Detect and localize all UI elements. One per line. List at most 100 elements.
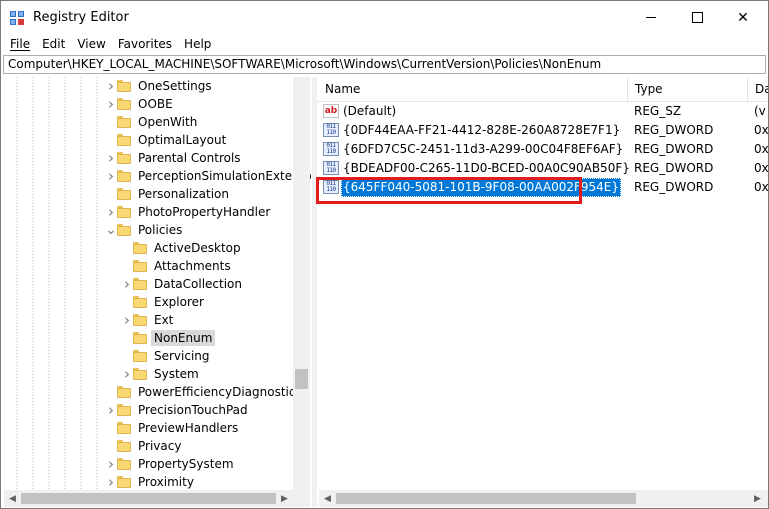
tree-vertical-scrollbar[interactable] xyxy=(293,77,310,490)
folder-icon xyxy=(133,314,147,326)
expand-chevron-icon[interactable]: › xyxy=(105,167,117,185)
expand-chevron-icon[interactable]: › xyxy=(121,365,133,383)
menu-edit[interactable]: Edit xyxy=(36,34,71,54)
menu-view[interactable]: View xyxy=(71,34,111,54)
tree-item[interactable]: › PrecisionTouchPad xyxy=(105,401,251,419)
tree-item[interactable]: › OneSettings xyxy=(105,77,215,95)
column-header-name[interactable]: Name xyxy=(317,77,627,101)
expand-chevron-icon[interactable]: › xyxy=(105,77,117,95)
expand-chevron-icon[interactable]: › xyxy=(105,203,117,221)
tree-item[interactable]: › System xyxy=(121,365,202,383)
menu-favorites[interactable]: Favorites xyxy=(112,34,178,54)
tree-vertical-scroll-thumb[interactable] xyxy=(295,369,308,389)
value-type: REG_SZ xyxy=(634,104,682,118)
expand-chevron-icon[interactable]: › xyxy=(105,149,117,167)
scrollbar-corner xyxy=(293,490,310,507)
tree-item[interactable]: Attachments xyxy=(121,257,234,275)
tree-item[interactable]: Explorer xyxy=(121,293,207,311)
title-bar[interactable]: Registry Editor ✕ xyxy=(1,1,768,34)
folder-icon xyxy=(117,422,131,434)
value-row[interactable]: ab (Default) REG_SZ (v xyxy=(317,102,768,121)
value-row[interactable]: 011 110 {6DFD7C5C-2451-11d3-A299-00C04F8EF… xyxy=(317,140,768,159)
tree-item[interactable]: Personalization xyxy=(105,185,232,203)
folder-icon xyxy=(133,260,147,272)
tree-item-label: OpenWith xyxy=(138,115,198,129)
expand-chevron-icon[interactable]: › xyxy=(105,473,117,490)
folder-icon xyxy=(117,152,131,164)
folder-icon xyxy=(133,350,147,362)
close-button[interactable]: ✕ xyxy=(720,1,766,34)
list-header: Name Type Da xyxy=(317,77,768,102)
tree-item[interactable]: PreviewHandlers xyxy=(105,419,241,437)
address-bar[interactable]: Computer\HKEY_LOCAL_MACHINE\SOFTWARE\Mic… xyxy=(3,55,766,74)
tree-horizontal-scroll-thumb[interactable] xyxy=(21,493,276,504)
tree-item[interactable]: › OOBE xyxy=(105,95,176,113)
tree-item[interactable]: OptimalLayout xyxy=(105,131,229,149)
value-type: REG_DWORD xyxy=(634,180,714,194)
column-header-data[interactable]: Da xyxy=(747,77,768,101)
tree-item[interactable]: › PropertySystem xyxy=(105,455,237,473)
tree-item-label: OneSettings xyxy=(138,79,212,93)
close-icon: ✕ xyxy=(737,9,749,26)
list-horizontal-scroll-thumb[interactable] xyxy=(336,493,636,504)
value-type: REG_DWORD xyxy=(634,161,714,175)
folder-icon xyxy=(117,98,131,110)
folder-icon xyxy=(117,440,131,452)
value-row[interactable]: 011 110 {BDEADF00-C265-11D0-BCED-00A0C90AB… xyxy=(317,159,768,178)
menu-file[interactable]: File xyxy=(4,34,36,54)
expander-placeholder xyxy=(105,419,117,437)
value-name: {0DF44EAA-FF21-4412-828E-260A8728E7F1} xyxy=(343,123,621,137)
scroll-left-arrow-icon[interactable]: ◀ xyxy=(319,490,336,507)
expand-chevron-icon[interactable]: › xyxy=(105,455,117,473)
menu-favorites-label: Favorites xyxy=(117,37,173,51)
value-name: (Default) xyxy=(343,104,397,118)
key-tree-pane[interactable]: › OneSettings › OOBE OpenWith OptimalLayout › P… xyxy=(4,77,311,490)
expand-chevron-icon[interactable]: › xyxy=(121,311,133,329)
scroll-left-arrow-icon[interactable]: ◀ xyxy=(4,490,21,507)
list-horizontal-scrollbar[interactable]: ◀ ▶ xyxy=(319,490,768,507)
expand-chevron-icon[interactable]: › xyxy=(105,95,117,113)
tree-item[interactable]: Privacy xyxy=(105,437,184,455)
value-row[interactable]: 011 110 {0DF44EAA-FF21-4412-828E-260A8728E… xyxy=(317,121,768,140)
folder-icon xyxy=(117,458,131,470)
tree-item[interactable]: PowerEfficiencyDiagnostics xyxy=(105,383,305,401)
value-type: REG_DWORD xyxy=(634,123,714,137)
minimize-button[interactable] xyxy=(628,1,674,34)
values-list-pane[interactable]: Name Type Da ab (Default) REG_SZ (v 011110 {0… xyxy=(317,77,768,490)
value-data: 0x xyxy=(754,180,768,194)
folder-icon xyxy=(117,188,131,200)
tree-item-label: ActiveDesktop xyxy=(154,241,241,255)
maximize-button[interactable] xyxy=(674,1,720,34)
menu-view-label: View xyxy=(77,37,106,51)
registry-editor-icon xyxy=(10,11,24,25)
tree-item-label: Attachments xyxy=(154,259,231,273)
expand-chevron-icon[interactable]: › xyxy=(105,401,117,419)
tree-item[interactable]: › Proximity xyxy=(105,473,197,490)
tree-item[interactable]: › PhotoPropertyHandler xyxy=(105,203,273,221)
tree-item[interactable]: NonEnum xyxy=(121,329,216,347)
binary-value-icon: 011 110 xyxy=(323,161,339,175)
expand-chevron-icon[interactable]: › xyxy=(121,275,133,293)
tree-item[interactable]: ActiveDesktop xyxy=(121,239,244,257)
menu-help[interactable]: Help xyxy=(178,34,217,54)
column-header-type[interactable]: Type xyxy=(627,77,747,101)
scroll-right-arrow-icon[interactable]: ▶ xyxy=(276,490,293,507)
tree-horizontal-scrollbar[interactable]: ◀ ▶ xyxy=(4,490,293,507)
tree-item[interactable]: › PerceptionSimulationExtensions xyxy=(105,167,311,185)
tree-item[interactable]: Servicing xyxy=(121,347,213,365)
tree-item[interactable]: OpenWith xyxy=(105,113,200,131)
scroll-right-arrow-icon[interactable]: ▶ xyxy=(749,490,766,507)
tree-item[interactable]: › Parental Controls xyxy=(105,149,244,167)
tree-item-label: Ext xyxy=(154,313,174,327)
folder-icon xyxy=(133,368,147,380)
tree-item[interactable]: › DataCollection xyxy=(121,275,245,293)
binary-digits: 110 xyxy=(326,148,336,155)
folder-icon xyxy=(133,296,147,308)
expander-placeholder xyxy=(121,239,133,257)
collapse-chevron-icon[interactable]: ⌄ xyxy=(105,221,117,239)
tree-item[interactable]: ⌄ Policies xyxy=(105,221,185,239)
folder-icon xyxy=(117,206,131,218)
tree-item-label: PerceptionSimulationExtensions xyxy=(138,169,311,183)
tree-item-label: OOBE xyxy=(138,97,173,111)
tree-item[interactable]: › Ext xyxy=(121,311,176,329)
